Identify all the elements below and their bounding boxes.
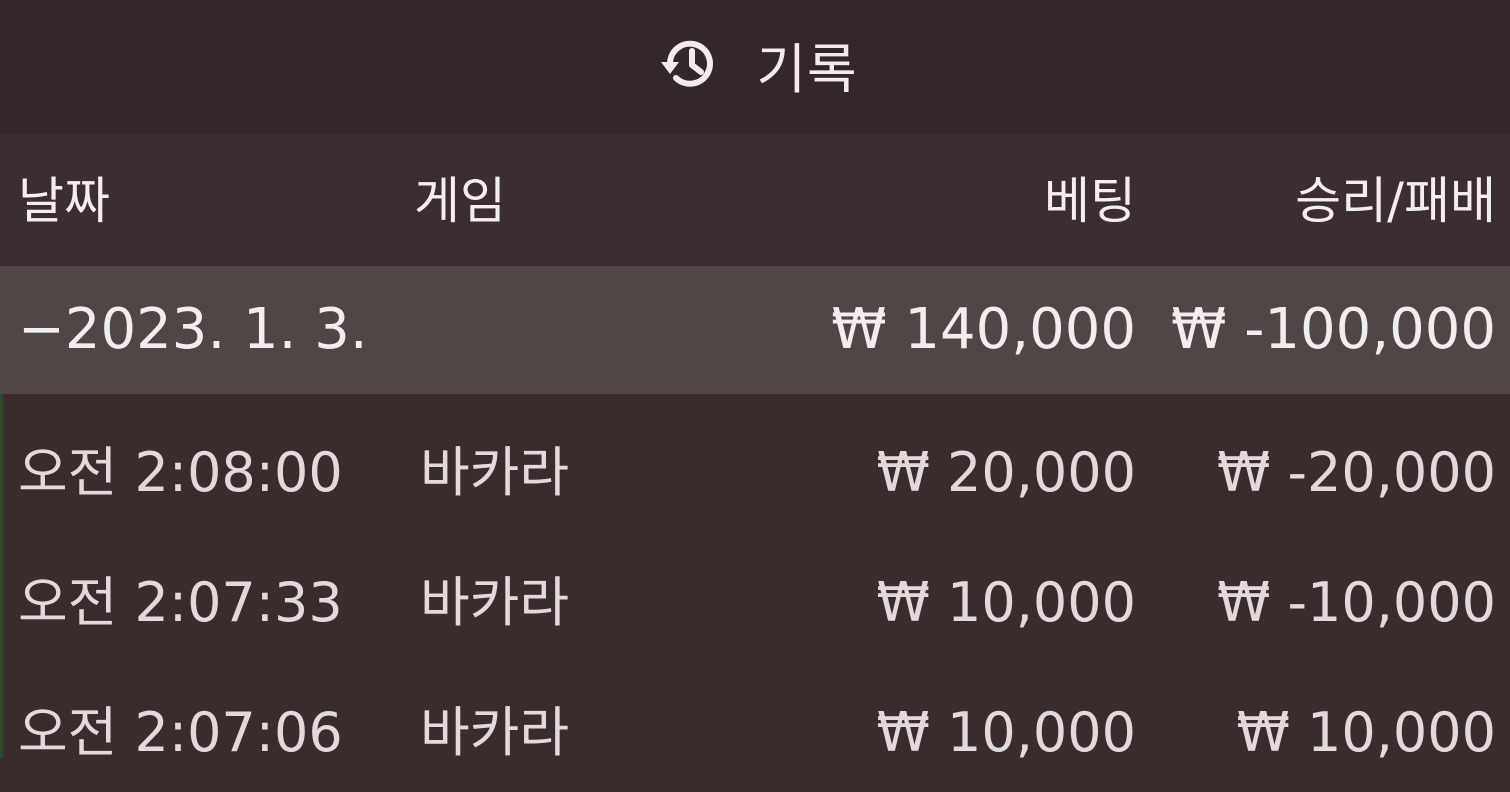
row-bet: ₩ 10,000 <box>876 701 1136 764</box>
history-icon <box>661 40 714 87</box>
page-title: 기록 <box>756 37 858 101</box>
row-result: ₩ -10,000 <box>1217 571 1496 634</box>
row-game: 바카라 <box>420 571 570 634</box>
row-bet: ₩ 10,000 <box>876 571 1136 634</box>
table-row[interactable]: 오전 2:07:06 바카라 ₩ 10,000 ₩ 10,000 <box>0 662 1510 792</box>
column-header-result[interactable]: 승리/패배 <box>1295 176 1496 226</box>
column-header-bet[interactable]: 베팅 <box>1044 176 1136 226</box>
row-time: 오전 2:08:00 <box>18 441 343 504</box>
date-group-row[interactable]: −2023. 1. 3. ₩ 140,000 ₩ -100,000 <box>0 266 1510 394</box>
group-result-total: ₩ -100,000 <box>1171 297 1496 362</box>
history-table: 날짜 게임 베팅 승리/패배 −2023. 1. 3. ₩ 140,000 ₩ … <box>0 134 1510 760</box>
group-bet-total: ₩ 140,000 <box>831 297 1136 362</box>
row-game: 바카라 <box>420 701 570 764</box>
table-header-row: 날짜 게임 베팅 승리/패배 <box>0 134 1510 266</box>
header-title-group: 기록 <box>658 25 857 104</box>
table-row[interactable]: 오전 2:07:33 바카라 ₩ 10,000 ₩ -10,000 <box>0 532 1510 662</box>
row-game: 바카라 <box>420 441 570 504</box>
row-time: 오전 2:07:33 <box>18 571 343 634</box>
row-result: ₩ 10,000 <box>1236 701 1496 764</box>
row-bet: ₩ 20,000 <box>876 441 1136 504</box>
group-date[interactable]: −2023. 1. 3. <box>18 302 368 358</box>
row-result: ₩ -20,000 <box>1217 441 1496 504</box>
column-header-date[interactable]: 날짜 <box>18 176 110 226</box>
history-header: 기록 <box>0 0 1510 134</box>
row-time: 오전 2:07:06 <box>18 701 343 764</box>
table-row[interactable]: 오전 2:08:00 바카라 ₩ 20,000 ₩ -20,000 <box>0 402 1510 532</box>
column-header-game[interactable]: 게임 <box>414 176 506 226</box>
